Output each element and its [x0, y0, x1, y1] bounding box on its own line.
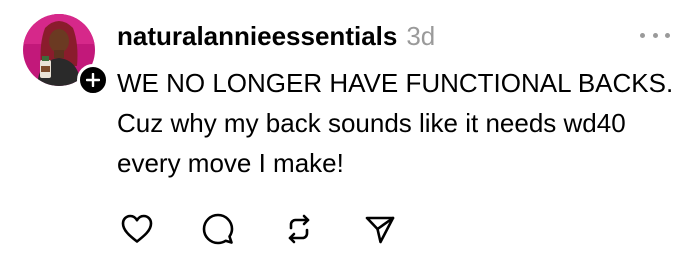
follow-button[interactable]	[77, 64, 109, 96]
like-button[interactable]	[117, 209, 157, 249]
post-card: naturalannieessentials 3d WE NO LONGER H…	[0, 0, 700, 260]
post-header: naturalannieessentials 3d	[117, 21, 435, 55]
more-options-icon	[640, 32, 645, 38]
comment-icon	[202, 213, 234, 245]
post-text: WE NO LONGER HAVE FUNCTIONAL BACKS. Cuz …	[117, 68, 674, 178]
more-options-icon-dot	[665, 32, 670, 38]
action-bar	[117, 209, 441, 249]
avatar-container[interactable]	[23, 14, 109, 96]
username[interactable]: naturalannieessentials	[117, 21, 397, 52]
repost-button[interactable]	[279, 209, 319, 249]
comment-button[interactable]	[198, 209, 238, 249]
share-button[interactable]	[360, 209, 400, 249]
more-options-icon-dot	[652, 32, 658, 38]
plus-icon	[86, 73, 100, 87]
heart-icon	[121, 214, 153, 243]
send-icon	[365, 216, 395, 244]
more-options-button[interactable]	[640, 28, 670, 42]
timestamp: 3d	[406, 21, 436, 51]
repost-icon	[288, 214, 310, 244]
